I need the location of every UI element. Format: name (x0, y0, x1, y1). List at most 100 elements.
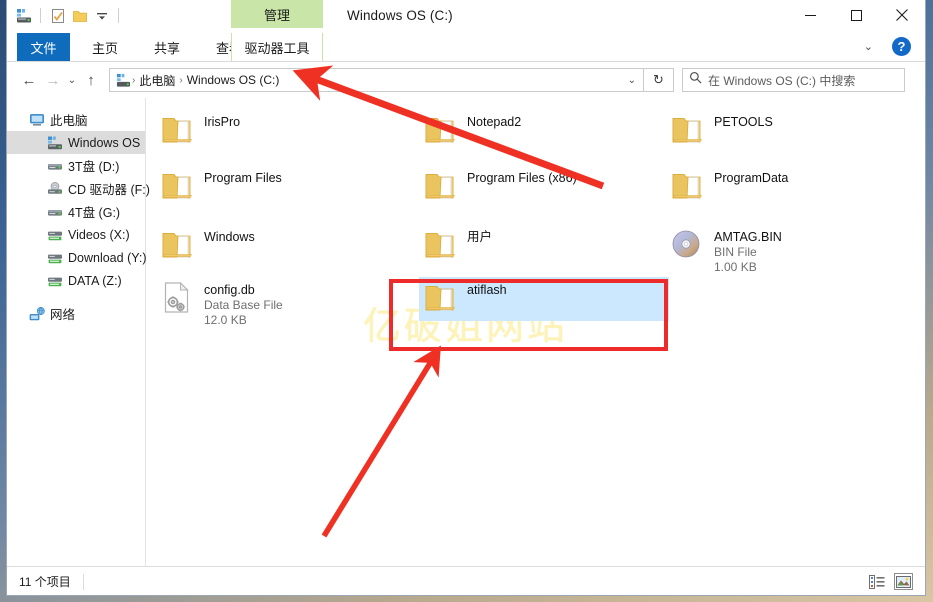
sidebar-item-this-pc[interactable]: 此电脑 (7, 108, 145, 131)
explorer-window: 管理 Windows OS (C:) 文件 主页 共享 查看 驱动器工具 ⌄ ?… (6, 0, 926, 596)
sidebar-item-4t-drive[interactable]: 4T盘 (G:) (7, 200, 145, 223)
tab-drive-tools[interactable]: 驱动器工具 (231, 33, 323, 61)
search-icon (689, 71, 702, 89)
window-title: Windows OS (C:) (347, 8, 453, 23)
properties-icon[interactable] (15, 7, 32, 24)
sidebar-item-label: 4T盘 (G:) (68, 206, 121, 220)
file-list-item[interactable]: AMTAG.BIN BIN File 1.00 KB (666, 224, 916, 278)
search-input[interactable]: 在 Windows OS (C:) 中搜索 (682, 68, 905, 92)
cd-drive-icon (47, 181, 63, 197)
file-name: PETOOLS (714, 115, 773, 129)
sidebar-item-windows-os[interactable]: Windows OS (7, 131, 145, 154)
breadcrumb-this-pc[interactable]: 此电脑 (136, 72, 178, 89)
file-label-block: AMTAG.BIN BIN File 1.00 KB (714, 227, 782, 275)
folder-icon[interactable] (71, 7, 88, 24)
back-button[interactable]: ← (17, 68, 41, 92)
file-label-block: PETOOLS (714, 112, 773, 130)
sidebar-item-label: CD 驱动器 (F:) (68, 183, 150, 197)
tab-share[interactable]: 共享 (140, 33, 194, 61)
drive-icon (47, 204, 63, 220)
folder-gear-icon (423, 112, 457, 146)
new-folder-icon[interactable] (49, 7, 66, 24)
file-name: config.db (204, 283, 255, 297)
file-label-block: Notepad2 (467, 112, 521, 130)
file-name: Program Files (204, 171, 282, 185)
file-list-pane[interactable]: 亿破姐网站 IrisPro Program Files Windows conf… (146, 98, 925, 566)
file-name: ProgramData (714, 171, 789, 185)
sidebar-item-label: 此电脑 (50, 114, 88, 128)
sidebar-item-videos[interactable]: Videos (X:) (7, 223, 145, 246)
status-separator (82, 573, 84, 590)
view-mode-buttons (867, 573, 913, 590)
tab-home[interactable]: 主页 (78, 33, 132, 61)
network-drive-icon (47, 250, 63, 266)
file-name: Windows (204, 230, 255, 244)
computer-icon (29, 112, 45, 128)
file-name: Program Files (x86) (467, 171, 577, 185)
forward-button[interactable]: → (41, 68, 65, 92)
sidebar-item-cd-drive[interactable]: CD 驱动器 (F:) (7, 177, 150, 200)
file-list-item[interactable]: IrisPro (156, 109, 406, 153)
file-list-item[interactable]: atiflash (419, 277, 669, 321)
file-list-item[interactable]: Windows (156, 224, 406, 268)
window-controls (787, 0, 925, 30)
maximize-button[interactable] (833, 0, 879, 30)
sidebar-item-label: Videos (X:) (68, 227, 130, 242)
sidebar-item-data[interactable]: DATA (Z:) (7, 269, 145, 292)
explorer-body: 此电脑 Windows OS 3T盘 (D:) CD 驱动器 (F:) 4T盘 … (7, 98, 925, 566)
address-drive-icon (114, 73, 131, 88)
search-placeholder: 在 Windows OS (C:) 中搜索 (708, 73, 856, 88)
file-gear-icon (160, 280, 194, 314)
file-list-item[interactable]: PETOOLS (666, 109, 916, 153)
status-bar: 11 个项目 (7, 566, 925, 595)
drive-windows-icon (47, 135, 63, 151)
file-name: IrisPro (204, 115, 241, 129)
item-count-label: 11 个项目 (19, 575, 71, 589)
sidebar-item-network[interactable]: 网络 (7, 302, 145, 325)
file-size: 1.00 KB (714, 260, 757, 274)
file-name: Notepad2 (467, 115, 522, 129)
help-icon[interactable]: ? (892, 37, 911, 56)
minimize-button[interactable] (787, 0, 833, 30)
file-list-item[interactable]: Notepad2 (419, 109, 669, 153)
details-view-button[interactable] (867, 573, 886, 590)
file-list-item[interactable]: Program Files (x86) (419, 165, 669, 209)
file-list-item[interactable]: 用户 (419, 224, 669, 268)
tab-file[interactable]: 文件 (17, 33, 70, 61)
qat-separator-2 (118, 8, 119, 23)
file-list-item[interactable]: Program Files (156, 165, 406, 209)
file-list-item[interactable]: config.db Data Base File 12.0 KB (156, 277, 406, 331)
breadcrumb-windows-os[interactable]: Windows OS (C:) (184, 73, 283, 87)
folder-files-icon (423, 227, 457, 261)
navigation-pane: 此电脑 Windows OS 3T盘 (D:) CD 驱动器 (F:) 4T盘 … (7, 98, 150, 566)
file-name: AMTAG.BIN (714, 230, 782, 244)
navigation-bar: ← → ⌄ ↑ › 此电脑 › Windows OS (C:) ⌄ ↻ 在 Wi… (7, 62, 925, 98)
address-bar[interactable]: › 此电脑 › Windows OS (C:) ⌄ (109, 68, 644, 92)
customize-dropdown-icon[interactable] (93, 7, 110, 24)
up-button[interactable]: ↑ (79, 68, 103, 92)
close-button[interactable] (879, 0, 925, 30)
large-icons-view-button[interactable] (894, 573, 913, 590)
sidebar-item-label: 网络 (50, 308, 76, 322)
network-icon (29, 306, 45, 322)
sidebar-item-3t-drive[interactable]: 3T盘 (D:) (7, 154, 145, 177)
file-name: atiflash (467, 283, 507, 297)
folder-files-icon (423, 168, 457, 202)
disc-icon (670, 227, 704, 261)
sidebar-item-label: Windows OS (68, 135, 141, 150)
refresh-button[interactable]: ↻ (644, 68, 674, 92)
sidebar-item-label: 3T盘 (D:) (68, 160, 120, 174)
file-type: Data Base File (204, 298, 283, 312)
file-label-block: Windows (204, 227, 255, 245)
address-dropdown-icon[interactable]: ⌄ (628, 75, 639, 86)
folder-gear-icon (160, 112, 194, 146)
folder-files-icon (160, 168, 194, 202)
quick-access-toolbar (15, 7, 122, 24)
chevron-down-icon[interactable]: ⌄ (864, 40, 873, 53)
sidebar-item-download[interactable]: Download (Y:) (7, 246, 147, 269)
file-label-block: 用户 (467, 227, 492, 245)
drive-icon (47, 158, 63, 174)
recent-locations-icon[interactable]: ⌄ (65, 68, 79, 92)
sidebar-item-label: DATA (Z:) (68, 273, 122, 288)
file-list-item[interactable]: ProgramData (666, 165, 916, 209)
